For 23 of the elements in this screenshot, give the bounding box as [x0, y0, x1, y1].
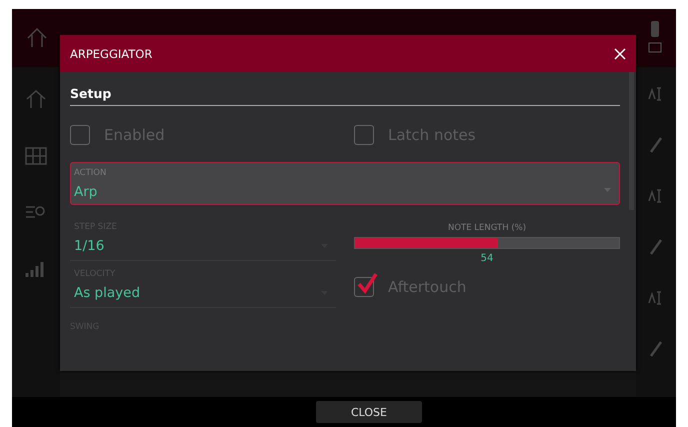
checkbox[interactable]: [354, 125, 374, 145]
pencil-icon[interactable]: [649, 341, 663, 357]
dialog-title: ARPEGGIATOR: [70, 46, 152, 60]
field-value: Arp: [74, 184, 98, 200]
note-length-slider[interactable]: [354, 237, 620, 249]
home-icon[interactable]: [26, 27, 48, 49]
section-heading: Setup: [70, 86, 112, 101]
grid-icon[interactable]: [25, 147, 47, 165]
text-cursor-icon[interactable]: [648, 291, 664, 305]
close-icon[interactable]: [614, 48, 626, 60]
slider-label: NOTE LENGTH (%): [448, 223, 526, 233]
slider-value: 54: [480, 253, 494, 264]
text-cursor-icon[interactable]: [648, 189, 664, 203]
pencil-icon[interactable]: [649, 137, 663, 153]
scrollbar[interactable]: [629, 72, 634, 210]
checkmark-icon: [356, 271, 380, 295]
text-cursor-icon[interactable]: [648, 87, 664, 101]
close-button[interactable]: CLOSE: [316, 401, 422, 423]
field-value: As played: [74, 285, 140, 301]
field-value: 1/16: [74, 238, 104, 254]
home-icon[interactable]: [25, 89, 47, 109]
pencil-icon[interactable]: [649, 239, 663, 255]
checkbox[interactable]: [70, 125, 90, 145]
